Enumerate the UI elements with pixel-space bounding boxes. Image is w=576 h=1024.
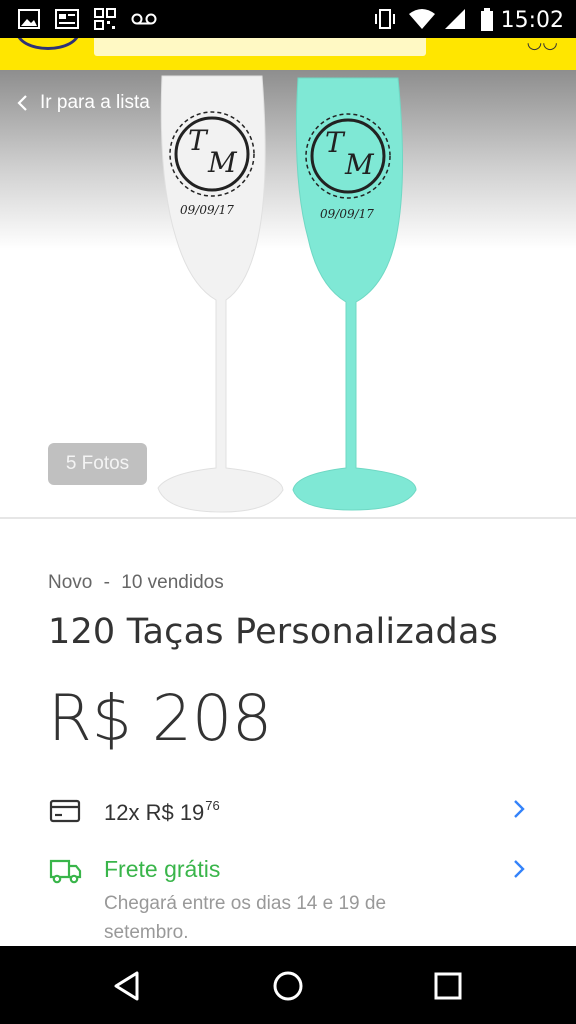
- status-time: 15:02: [500, 8, 564, 33]
- date-mint: 09/09/17: [320, 207, 374, 221]
- brand-logo[interactable]: [16, 38, 80, 50]
- battery-icon: [481, 8, 493, 31]
- condition-label: Novo: [48, 572, 93, 593]
- voicemail-icon: [131, 13, 157, 25]
- home-icon[interactable]: [268, 966, 308, 1006]
- qr-icon: [94, 8, 116, 30]
- installments-row[interactable]: 12x R$ 1976: [48, 796, 528, 832]
- shipping-label: Frete grátis: [104, 856, 221, 882]
- back-to-list-link[interactable]: Ir para a lista: [14, 92, 150, 114]
- monogram-t-mint: T: [325, 126, 346, 159]
- monogram-t-white: T: [188, 124, 209, 157]
- navigation-bar: [0, 946, 576, 1024]
- image-icon: [18, 9, 40, 29]
- condition-separator: -: [103, 572, 110, 593]
- search-input[interactable]: [94, 38, 426, 56]
- monogram-m-mint: M: [344, 148, 375, 181]
- shipping-detail: Chegará entre os dias 14 e 19 de setembr…: [104, 893, 387, 943]
- product-image-gallery[interactable]: T M T M 09/09/17 09/09/17 Ir para a list…: [0, 70, 576, 518]
- vibrate-icon: [375, 9, 395, 29]
- chevron-left-icon: [17, 95, 27, 111]
- back-icon[interactable]: [108, 966, 148, 1006]
- credit-card-icon: [49, 799, 81, 823]
- status-bar: 15:02: [0, 0, 576, 38]
- signal-icon: [445, 9, 465, 29]
- monogram-m-white: M: [207, 146, 238, 179]
- news-icon: [55, 9, 79, 29]
- shipping-row[interactable]: Frete grátis Chegará entre os dias 14 e …: [48, 856, 528, 946]
- recents-icon[interactable]: [428, 966, 468, 1006]
- chevron-right-icon[interactable]: [510, 856, 528, 882]
- wifi-icon: [409, 9, 435, 29]
- product-image: T M T M 09/09/17 09/09/17: [157, 75, 417, 513]
- back-to-list-label: Ir para a lista: [40, 92, 150, 113]
- product-title: 120 Taças Personalizadas: [48, 612, 499, 652]
- product-price: R$ 208: [48, 682, 273, 755]
- installments-text: 12x R$ 1976: [104, 798, 220, 825]
- condition-line: Novo - 10 vendidos: [48, 572, 224, 594]
- installments-cents: 76: [205, 798, 220, 813]
- divider: [0, 517, 576, 519]
- sold-count: 10 vendidos: [121, 572, 224, 593]
- cart-icon[interactable]: ◡◡: [527, 38, 558, 53]
- photo-count-badge[interactable]: 5 Fotos: [48, 443, 147, 485]
- date-white: 09/09/17: [180, 203, 234, 217]
- truck-icon: [49, 859, 82, 884]
- chevron-right-icon[interactable]: [510, 796, 528, 822]
- app-header: ◡◡: [0, 38, 576, 70]
